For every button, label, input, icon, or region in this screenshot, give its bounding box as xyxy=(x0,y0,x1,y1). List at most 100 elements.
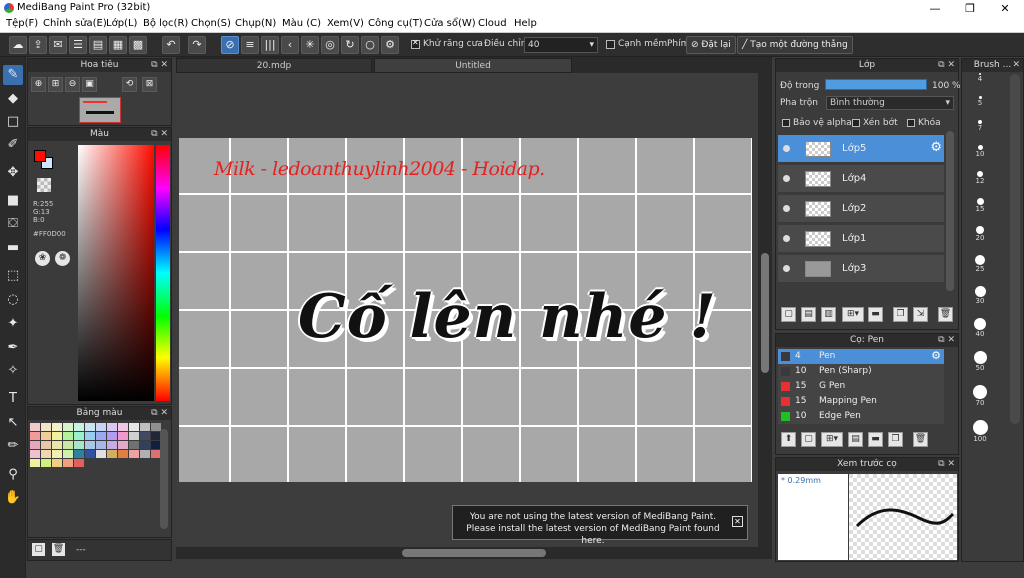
new-layer-icon[interactable]: ▢ xyxy=(781,307,796,322)
brush-size-item[interactable]: 4 xyxy=(965,73,995,83)
palette-swatch[interactable] xyxy=(63,441,73,449)
horizontal-scrollbar[interactable] xyxy=(176,547,772,559)
blend-mode-select[interactable]: Bình thường ▾ xyxy=(826,96,954,110)
select-pen-tool-icon[interactable]: ✒ xyxy=(3,338,23,358)
snap-vertical-icon[interactable]: ||| xyxy=(261,36,279,54)
eye-icon[interactable] xyxy=(783,235,790,242)
menu-help[interactable]: Help xyxy=(514,18,537,29)
palette-swatch[interactable] xyxy=(52,432,62,440)
brush-size-item[interactable]: 25 xyxy=(965,255,995,273)
palette-swatch[interactable] xyxy=(107,450,117,458)
brush-item[interactable]: 10 Edge Pen xyxy=(778,409,944,424)
brush-item[interactable]: 15 G Pen xyxy=(778,379,944,394)
bucket-tool-icon[interactable]: ⛋ xyxy=(3,214,23,234)
menu-color[interactable]: Màu (C) xyxy=(282,18,321,29)
brush-item[interactable]: 15 Mapping Pen xyxy=(778,394,944,409)
menu-snap[interactable]: Chụp(N) xyxy=(235,18,276,29)
brush-size-item[interactable]: 5 xyxy=(965,96,995,107)
new-palette-icon[interactable]: ▢ xyxy=(32,543,45,556)
palette-swatch[interactable] xyxy=(74,459,84,467)
palette-swatch[interactable] xyxy=(63,450,73,458)
eye-icon[interactable] xyxy=(783,265,790,272)
palette-swatch[interactable] xyxy=(41,432,51,440)
clipping-checkbox[interactable]: Xén bớt xyxy=(852,118,898,128)
snap-off-icon[interactable]: ⊘ xyxy=(221,36,239,54)
palette-swatch[interactable] xyxy=(74,423,84,431)
palette-swatch[interactable] xyxy=(85,441,95,449)
panel-close-icon[interactable]: ⧉ ✕ xyxy=(938,334,955,347)
palette-swatch[interactable] xyxy=(41,459,51,467)
lasso-tool-icon[interactable]: ◌ xyxy=(3,290,23,310)
adjust-select[interactable]: 40 ▾ xyxy=(524,37,598,53)
palette-swatch[interactable] xyxy=(140,450,150,458)
brush-tool-icon[interactable]: ✎ xyxy=(3,65,23,85)
text-tool-icon[interactable]: T xyxy=(3,389,23,409)
new-layer-8bit-icon[interactable]: ▤ xyxy=(801,307,816,322)
palette-swatch[interactable] xyxy=(118,432,128,440)
palette-swatch[interactable] xyxy=(118,441,128,449)
gear-icon[interactable]: ⚙ xyxy=(931,349,941,362)
comment-icon[interactable]: ☰ xyxy=(69,36,87,54)
update-notice[interactable]: You are not using the latest version of … xyxy=(452,505,748,546)
zoom-fit-icon[interactable]: ⊞ xyxy=(48,77,63,92)
gradient-tool-icon[interactable]: ▬ xyxy=(3,238,23,258)
dot-tool-icon[interactable]: □ xyxy=(3,112,23,132)
flip-icon[interactable]: ⊠ xyxy=(142,77,157,92)
menu-layer[interactable]: Lớp(L) xyxy=(106,18,137,29)
palette-swatch[interactable] xyxy=(63,432,73,440)
layer-row[interactable]: Lớp3 xyxy=(778,255,944,283)
palette-swatch[interactable] xyxy=(140,441,150,449)
palette-swatch[interactable] xyxy=(41,423,51,431)
palette-swatch[interactable] xyxy=(52,441,62,449)
hue-slider[interactable] xyxy=(156,145,170,401)
menu-select[interactable]: Chọn(S) xyxy=(191,18,231,29)
palette-icon[interactable]: ❀ xyxy=(35,251,50,266)
layer-row[interactable]: Lớp2 xyxy=(778,195,944,223)
palette-swatch[interactable] xyxy=(107,441,117,449)
layer-row[interactable]: Lớp1 xyxy=(778,225,944,253)
menu-window[interactable]: Cửa sổ(W) xyxy=(424,18,476,29)
palette-swatch[interactable] xyxy=(30,441,40,449)
panel-close-icon[interactable]: ⧉ ✕ xyxy=(151,59,168,72)
brush-size-item[interactable]: 20 xyxy=(965,226,995,242)
palette-swatch[interactable] xyxy=(118,450,128,458)
eye-icon[interactable] xyxy=(783,145,790,152)
menu-edit[interactable]: Chỉnh sửa(E) xyxy=(43,18,107,29)
palette-swatch[interactable] xyxy=(52,459,62,467)
grid-icon[interactable]: ▩ xyxy=(129,36,147,54)
eraser-tool-icon[interactable]: ◆ xyxy=(3,89,23,109)
layout-icon[interactable]: ▦ xyxy=(109,36,127,54)
navigator-thumbnail[interactable] xyxy=(79,97,121,123)
palette-swatch[interactable] xyxy=(30,423,40,431)
brush-size-item[interactable]: 15 xyxy=(965,198,995,213)
notice-close-button[interactable]: ✕ xyxy=(732,516,743,527)
brush-settings-icon[interactable]: ▤ xyxy=(848,432,863,447)
snap-perspective-icon[interactable]: ‹ xyxy=(281,36,299,54)
operation-tool-icon[interactable]: ↖ xyxy=(3,413,23,433)
antialias-checkbox[interactable] xyxy=(411,38,420,49)
palette-swatch[interactable] xyxy=(151,423,161,431)
layer-row[interactable]: Lớp5 ⚙ xyxy=(778,135,944,163)
layer-row[interactable]: Lớp4 xyxy=(778,165,944,193)
eye-icon[interactable] xyxy=(783,205,790,212)
saturation-value-picker[interactable] xyxy=(78,145,154,401)
palette-swatch[interactable] xyxy=(107,423,117,431)
palette-swatch[interactable] xyxy=(41,450,51,458)
duplicate-brush-icon[interactable]: ❐ xyxy=(888,432,903,447)
brush-size-item[interactable]: 12 xyxy=(965,171,995,185)
select-rect-tool-icon[interactable]: ⬚ xyxy=(3,266,23,286)
straight-line-button[interactable]: ╱ Tạo một đường thẳng xyxy=(737,36,853,54)
brush-item[interactable]: 10 Pen (Sharp) xyxy=(778,364,944,379)
fill-shape-tool-icon[interactable]: ■ xyxy=(3,191,23,211)
gear-icon[interactable]: ⚙ xyxy=(930,140,942,155)
move-tool-icon[interactable]: ✥ xyxy=(3,163,23,183)
panel-close-icon[interactable]: ⧉ ✕ xyxy=(151,407,168,420)
brush-size-item[interactable]: 7 xyxy=(965,120,995,132)
restore-button[interactable]: ❐ xyxy=(953,0,987,17)
palette-swatch[interactable] xyxy=(96,441,106,449)
undo-icon[interactable]: ↶ xyxy=(162,36,180,54)
palette-swatch[interactable] xyxy=(129,441,139,449)
eyedropper-tool-icon[interactable]: ⚲ xyxy=(3,465,23,485)
palette-swatch[interactable] xyxy=(30,432,40,440)
menu-filter[interactable]: Bộ lọc(R) xyxy=(143,18,188,29)
